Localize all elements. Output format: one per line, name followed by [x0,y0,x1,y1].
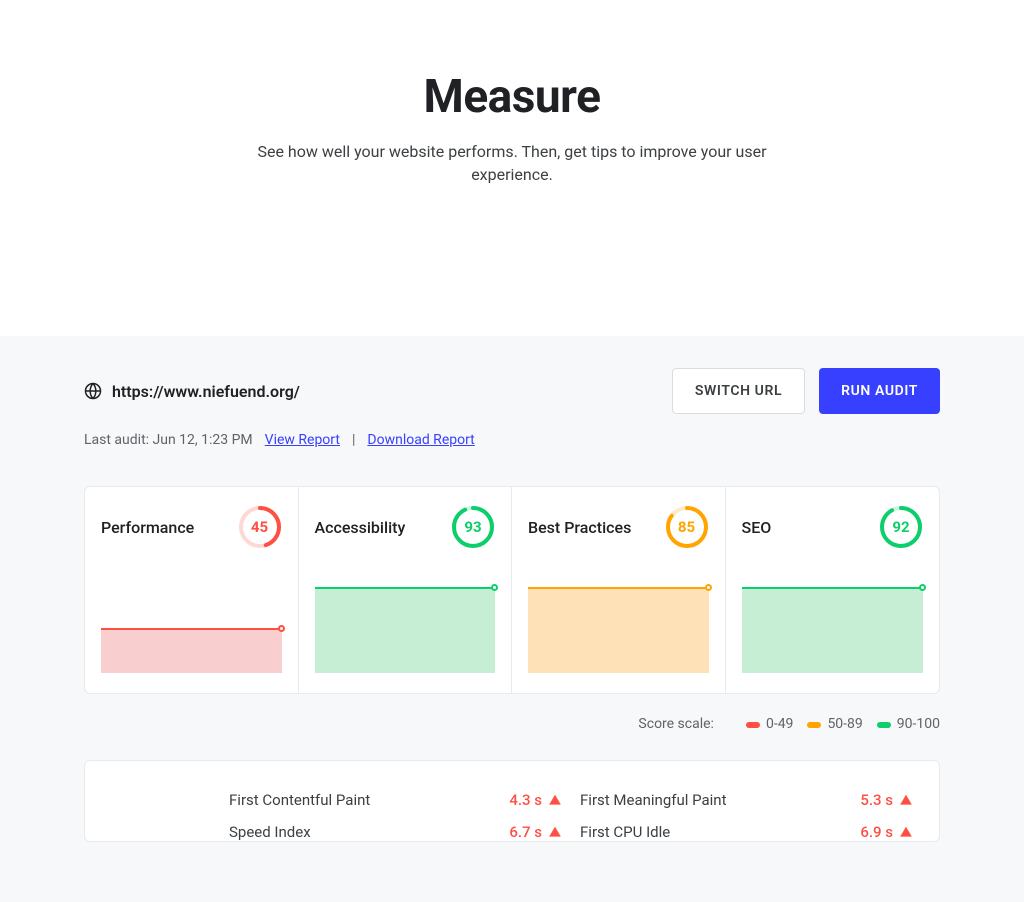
score-value: 45 [238,505,282,549]
score-card: Performance 45 [85,487,299,693]
download-report-link[interactable]: Download Report [367,432,474,448]
score-card: SEO 92 [726,487,940,693]
legend-label: 50-89 [827,716,862,732]
score-gauge: 45 [238,505,282,549]
score-card: Best Practices 85 [512,487,726,693]
warning-icon [899,793,913,807]
score-value: 85 [665,505,709,549]
page-title: Measure [0,70,1024,124]
sparkline-dot [491,584,498,591]
audited-url: https://www.niefuend.org/ [112,382,300,401]
metric-value: 5.3 s [860,791,893,809]
results-section: https://www.niefuend.org/ SWITCH URL RUN… [0,336,1024,902]
metric-row: First CPU Idle 6.9 s [580,823,913,841]
score-cards: Performance 45 Accessibility [84,486,940,694]
legend-swatch [877,722,891,728]
score-card-title: Performance [101,518,194,537]
metric-value: 6.9 s [860,823,893,841]
sparkline [528,583,709,673]
sparkline [315,583,496,673]
view-report-link[interactable]: View Report [265,432,340,448]
score-gauge: 93 [451,505,495,549]
page-subtitle: See how well your website performs. Then… [252,140,772,186]
metric-name: Speed Index [229,823,311,841]
score-card: Accessibility 93 [299,487,513,693]
score-gauge: 92 [879,505,923,549]
sparkline [101,583,282,673]
warning-icon [548,825,562,839]
legend-label: 90-100 [897,716,940,732]
url-bar: https://www.niefuend.org/ SWITCH URL RUN… [84,368,940,432]
sparkline-dot [278,625,285,632]
score-card-title: SEO [742,518,772,537]
sparkline-dot [705,584,712,591]
last-audit-label: Last audit: Jun 12, 1:23 PM [84,432,253,448]
score-gauge: 85 [665,505,709,549]
score-card-title: Best Practices [528,518,631,537]
metric-name: First Meaningful Paint [580,791,726,809]
legend-title: Score scale: [638,716,714,732]
sparkline-dot [919,584,926,591]
audit-meta: Last audit: Jun 12, 1:23 PM View Report … [84,432,940,448]
metric-name: First Contentful Paint [229,791,370,809]
warning-icon [899,825,913,839]
score-value: 93 [451,505,495,549]
hero-section: Measure See how well your website perfor… [0,0,1024,336]
metric-value: 6.7 s [509,823,542,841]
metric-value: 4.3 s [509,791,542,809]
legend-label: 0-49 [766,716,793,732]
legend-item: 0-49 [746,716,793,732]
metric-name: First CPU Idle [580,823,670,841]
metric-row: First Contentful Paint 4.3 s [229,791,562,809]
divider: | [352,432,355,448]
sparkline [742,583,924,673]
legend-item: 50-89 [807,716,862,732]
metric-row: Speed Index 6.7 s [229,823,562,841]
score-value: 92 [879,505,923,549]
run-audit-button[interactable]: RUN AUDIT [819,368,940,414]
warning-icon [548,793,562,807]
metric-row: First Meaningful Paint 5.3 s [580,791,913,809]
switch-url-button[interactable]: SWITCH URL [672,368,805,414]
globe-icon [84,382,102,400]
score-card-title: Accessibility [315,518,406,537]
legend-swatch [807,722,821,728]
legend-swatch [746,722,760,728]
legend-item: 90-100 [877,716,940,732]
score-legend: Score scale: 0-49 50-89 90-100 [84,716,940,732]
metrics-panel: First Contentful Paint 4.3 s First Meani… [84,760,940,842]
